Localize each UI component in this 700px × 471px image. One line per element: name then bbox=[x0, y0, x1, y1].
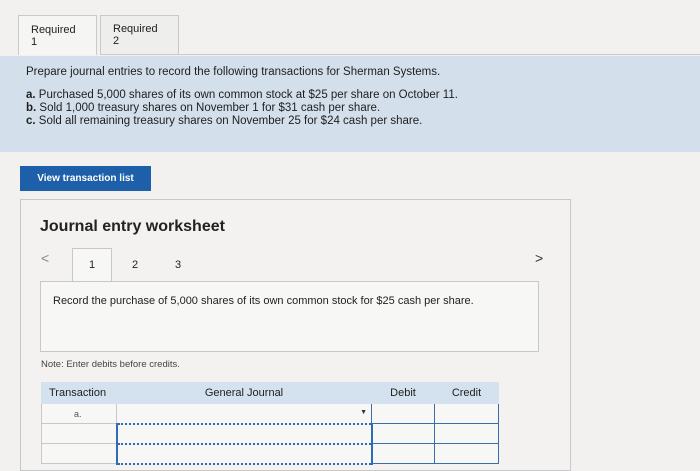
debit-input[interactable] bbox=[371, 423, 435, 444]
instruction-item-c: c. Sold all remaining treasury shares on… bbox=[26, 115, 700, 128]
item-text: Purchased 5,000 shares of its own common… bbox=[35, 89, 458, 101]
journal-entry-worksheet: Journal entry worksheet < 1 2 3 > Record… bbox=[20, 199, 571, 471]
instruction-item-a: a. Purchased 5,000 shares of its own com… bbox=[26, 89, 700, 102]
transaction-cell bbox=[41, 443, 117, 464]
item-letter: a. bbox=[26, 89, 36, 101]
table-row: a. ▼ bbox=[41, 403, 499, 424]
transaction-cell: a. bbox=[41, 403, 117, 424]
account-select[interactable] bbox=[115, 422, 373, 445]
header-transaction: Transaction bbox=[41, 382, 117, 404]
table-row bbox=[41, 442, 499, 465]
prev-arrow-icon[interactable]: < bbox=[41, 250, 49, 266]
tab-required-2[interactable]: Required 2 bbox=[100, 15, 179, 55]
worksheet-title: Journal entry worksheet bbox=[40, 218, 225, 235]
journal-table: Transaction General Journal Debit Credit… bbox=[41, 382, 499, 465]
page-tab-1[interactable]: 1 bbox=[72, 248, 112, 281]
credit-input[interactable] bbox=[434, 423, 499, 444]
instructions-panel: Prepare journal entries to record the fo… bbox=[0, 56, 700, 152]
tab-divider bbox=[100, 54, 700, 55]
credit-input[interactable] bbox=[434, 403, 499, 424]
account-select[interactable]: ▼ bbox=[116, 403, 372, 424]
debit-input[interactable] bbox=[371, 443, 435, 464]
debit-input[interactable] bbox=[371, 403, 435, 424]
table-row bbox=[41, 422, 499, 445]
page-tab-2[interactable]: 2 bbox=[115, 248, 155, 281]
credit-input[interactable] bbox=[434, 443, 499, 464]
instruction-item-b: b. Sold 1,000 treasury shares on Novembe… bbox=[26, 102, 700, 115]
debit-credit-note: Note: Enter debits before credits. bbox=[41, 359, 180, 370]
item-letter: c. bbox=[26, 115, 36, 127]
item-text: Sold all remaining treasury shares on No… bbox=[35, 115, 423, 127]
transaction-description: Record the purchase of 5,000 shares of i… bbox=[40, 281, 539, 352]
page-tab-3[interactable]: 3 bbox=[158, 248, 198, 281]
instructions-prompt: Prepare journal entries to record the fo… bbox=[26, 66, 441, 78]
header-credit: Credit bbox=[434, 382, 499, 404]
header-general-journal: General Journal bbox=[116, 382, 372, 404]
dropdown-arrow-icon: ▼ bbox=[360, 409, 367, 416]
header-debit: Debit bbox=[371, 382, 435, 404]
tab-bar: Required 1 Required 2 bbox=[18, 15, 179, 55]
item-letter: b. bbox=[26, 102, 37, 114]
account-select[interactable] bbox=[115, 442, 373, 465]
item-text: Sold 1,000 treasury shares on November 1… bbox=[36, 102, 381, 114]
next-arrow-icon[interactable]: > bbox=[535, 250, 543, 266]
view-transaction-list-button[interactable]: View transaction list bbox=[20, 166, 151, 191]
tab-required-1[interactable]: Required 1 bbox=[18, 15, 97, 55]
transaction-cell bbox=[41, 423, 117, 444]
